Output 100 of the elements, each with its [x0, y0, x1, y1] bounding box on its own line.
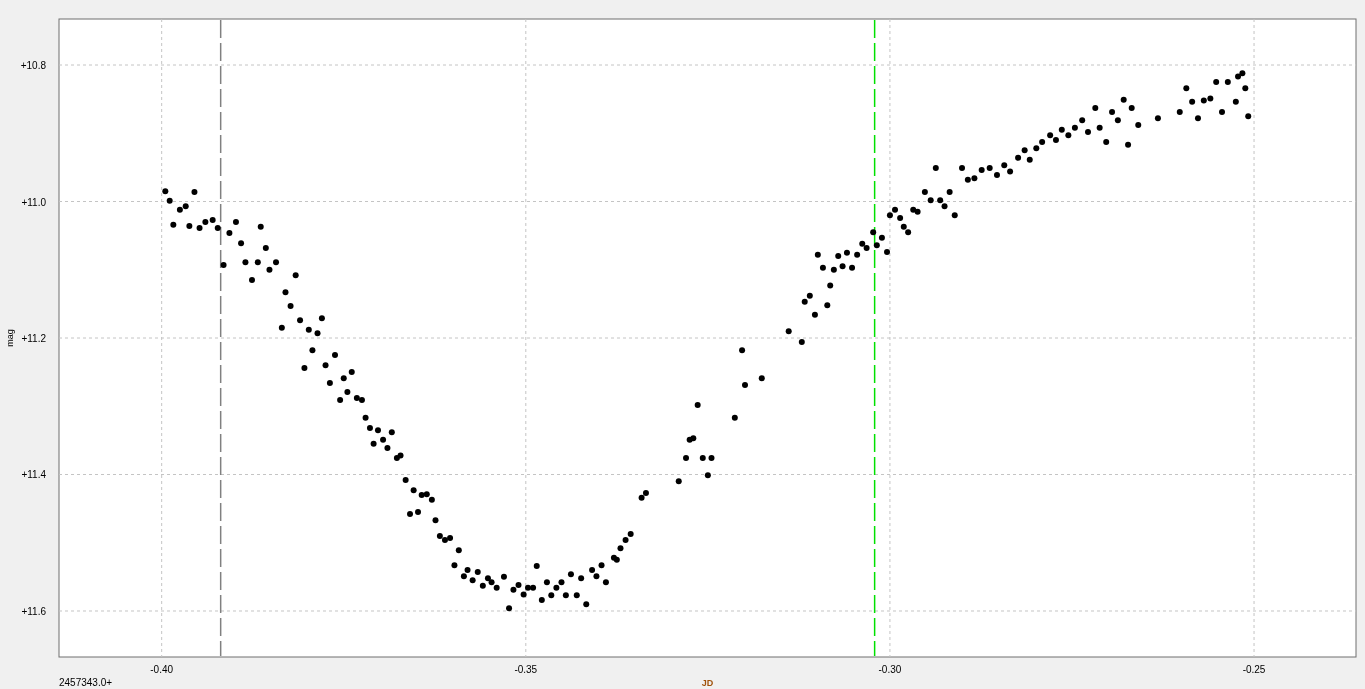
data-point — [694, 401, 701, 408]
data-point — [1242, 85, 1249, 92]
data-point — [322, 362, 329, 369]
data-point — [415, 509, 421, 516]
data-point — [1154, 115, 1161, 122]
axis-title: JD — [701, 678, 714, 688]
data-point — [927, 197, 934, 204]
data-point — [1183, 85, 1190, 92]
data-point — [951, 212, 958, 219]
data-point — [232, 219, 239, 225]
data-point — [402, 476, 409, 483]
data-point — [191, 188, 198, 195]
data-point — [214, 225, 221, 232]
data-point — [798, 339, 805, 346]
data-point — [249, 277, 255, 283]
data-point — [1085, 128, 1091, 135]
data-point — [1092, 105, 1099, 111]
data-point — [921, 188, 928, 195]
data-point — [578, 575, 585, 582]
data-point — [1224, 79, 1231, 86]
data-point — [170, 221, 177, 228]
data-point — [337, 397, 344, 404]
data-point — [186, 223, 193, 230]
tick-label: +10.8 — [20, 60, 46, 71]
data-point — [220, 261, 227, 268]
data-point — [282, 289, 289, 296]
data-point — [854, 251, 861, 258]
data-point — [238, 240, 245, 247]
tick-label: -0.35 — [514, 664, 538, 675]
data-point — [562, 592, 569, 599]
data-point — [166, 197, 173, 204]
data-point — [278, 324, 285, 331]
data-point — [332, 352, 338, 359]
data-point — [451, 562, 458, 569]
data-point — [242, 259, 249, 266]
data-point — [1026, 156, 1033, 163]
data-point — [699, 455, 706, 462]
tick-label: +11.2 — [21, 333, 46, 344]
data-point — [785, 328, 792, 335]
data-point — [1135, 122, 1142, 129]
tick-label: +11.6 — [21, 606, 46, 617]
data-point — [533, 562, 540, 569]
data-point — [602, 579, 609, 586]
data-point — [932, 165, 939, 172]
data-point — [301, 365, 308, 372]
data-point — [297, 317, 304, 324]
data-point — [1219, 109, 1225, 116]
data-point — [849, 264, 856, 271]
data-point — [704, 472, 711, 479]
data-point — [708, 455, 715, 462]
data-point — [814, 251, 821, 258]
tick-label: -0.30 — [878, 664, 902, 675]
data-point — [506, 605, 513, 612]
data-point — [1120, 96, 1127, 103]
data-point — [292, 272, 299, 279]
data-point — [1245, 113, 1252, 120]
data-point — [884, 249, 890, 255]
data-point — [287, 302, 294, 309]
data-point — [344, 388, 351, 395]
data-point — [1194, 115, 1201, 122]
data-point — [827, 282, 834, 289]
tick-label: -0.25 — [1242, 664, 1266, 675]
data-point — [543, 579, 550, 586]
data-point — [362, 414, 369, 421]
data-point — [598, 562, 605, 569]
data-point — [162, 188, 169, 195]
data-point — [318, 315, 325, 322]
tick-label: -0.40 — [150, 664, 174, 675]
axis-title: mag — [5, 329, 15, 347]
data-point — [1189, 98, 1196, 105]
data-point — [262, 244, 269, 251]
data-point — [305, 326, 312, 333]
data-point — [683, 455, 689, 462]
data-point — [1103, 139, 1110, 146]
data-point — [959, 165, 965, 172]
data-point — [314, 330, 321, 337]
data-point — [226, 229, 233, 236]
data-point — [407, 511, 413, 518]
data-point — [742, 382, 748, 389]
data-point — [1213, 79, 1220, 86]
data-point — [455, 547, 462, 554]
tick-label: +11.4 — [21, 469, 46, 481]
axis-offset-label: 2457343.0+ — [59, 677, 113, 688]
data-point — [370, 440, 377, 447]
data-point — [830, 266, 837, 273]
data-point — [257, 223, 264, 230]
data-point — [567, 571, 574, 578]
data-point — [432, 517, 439, 524]
data-point — [1232, 98, 1239, 105]
data-point — [500, 573, 507, 580]
tick-label: +11.0 — [21, 196, 46, 208]
data-point — [1125, 141, 1132, 148]
data-point — [839, 263, 846, 270]
data-point — [583, 601, 590, 608]
data-point — [1176, 109, 1183, 116]
data-point — [824, 302, 831, 309]
data-point — [254, 259, 261, 266]
data-point — [573, 592, 580, 599]
data-point — [819, 264, 826, 271]
data-point — [309, 347, 316, 354]
